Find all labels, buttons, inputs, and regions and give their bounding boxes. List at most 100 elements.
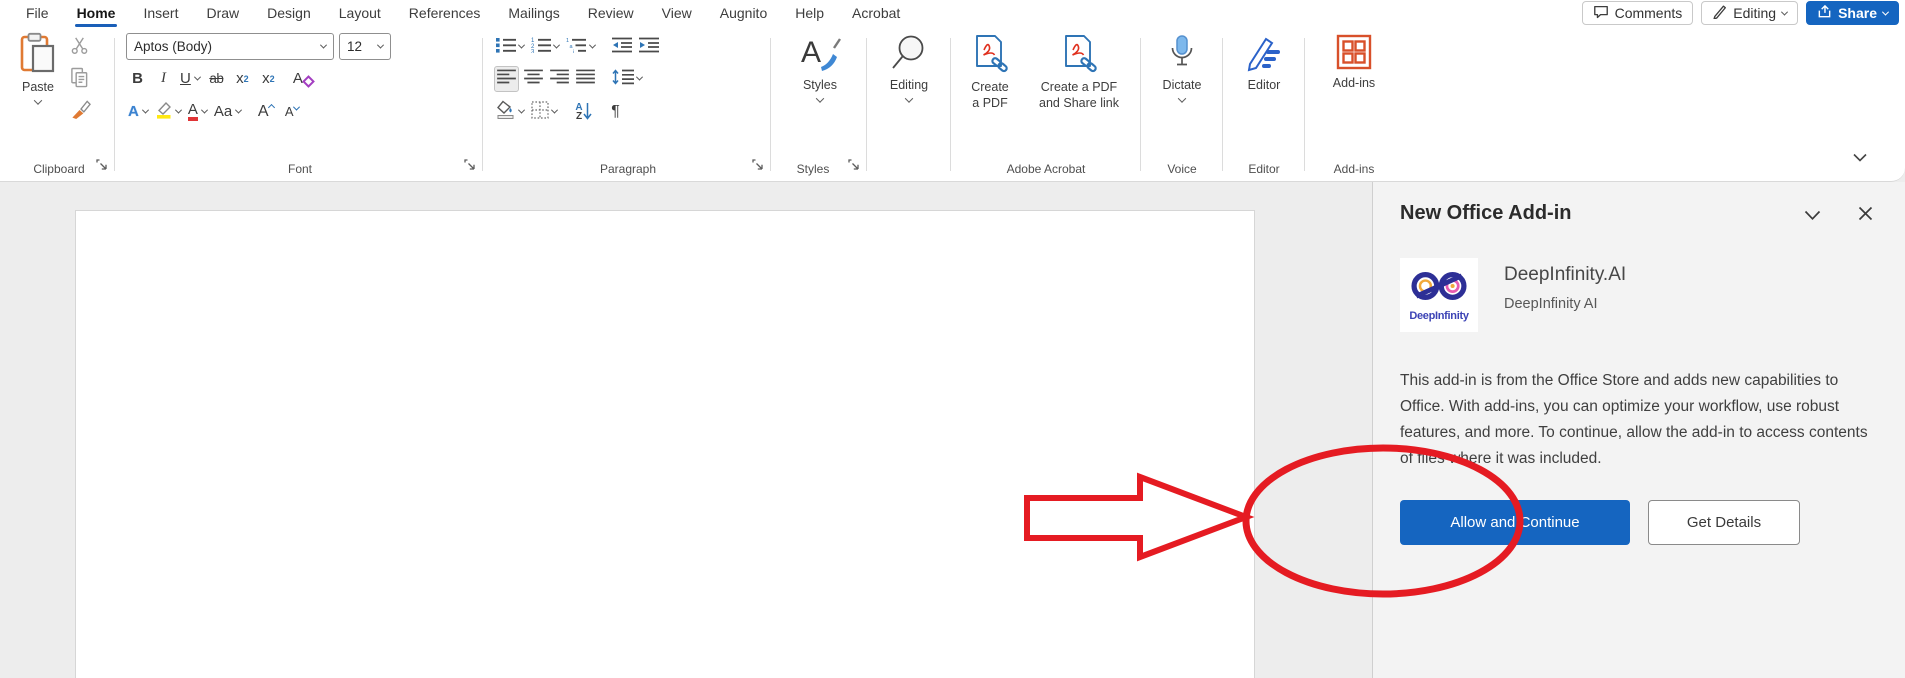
line-spacing-icon — [612, 69, 634, 89]
group-label-addins: Add-ins — [1310, 162, 1398, 176]
group-separator — [866, 38, 867, 171]
numbered-list-icon: 123 — [531, 37, 551, 57]
menu-tab-mailings[interactable]: Mailings — [494, 2, 573, 24]
strikethrough-button[interactable]: ab — [205, 66, 228, 92]
menu-tab-layout[interactable]: Layout — [325, 2, 395, 24]
justify-button[interactable] — [574, 66, 597, 92]
pane-chevron-down-icon[interactable] — [1804, 208, 1821, 226]
create-pdf-button[interactable]: Create a PDF — [958, 34, 1022, 111]
scissors-icon — [70, 36, 89, 59]
menu-tab-acrobat[interactable]: Acrobat — [838, 2, 914, 24]
editor-button[interactable]: Editor — [1228, 34, 1300, 94]
chevron-down-icon — [1882, 8, 1889, 15]
editing-mode-button[interactable]: Editing — [1701, 1, 1798, 25]
copy-icon — [70, 67, 89, 92]
underline-button[interactable]: U — [178, 66, 202, 92]
dialog-launcher-icon[interactable] — [464, 157, 475, 175]
copy-button[interactable] — [68, 66, 91, 92]
editing-button[interactable]: Editing — [872, 34, 946, 103]
menu-tab-design[interactable]: Design — [253, 2, 325, 24]
get-details-button[interactable]: Get Details — [1648, 500, 1800, 545]
menu-tab-augnito[interactable]: Augnito — [706, 2, 781, 24]
align-center-button[interactable] — [522, 66, 545, 92]
dialog-launcher-icon[interactable] — [96, 157, 107, 175]
ribbon-group-font: Aptos (Body) 12 B I U ab x2 x2 A — [122, 26, 478, 181]
addin-logo-text: DeepInfinity — [1409, 310, 1468, 322]
pane-close-icon[interactable] — [1858, 206, 1873, 226]
addins-button[interactable]: Add-ins — [1310, 34, 1398, 92]
menu-tab-review[interactable]: Review — [574, 2, 648, 24]
borders-button[interactable] — [529, 99, 559, 125]
menu-tab-help[interactable]: Help — [781, 2, 838, 24]
dictate-button[interactable]: Dictate — [1146, 34, 1218, 103]
svg-text:i: i — [573, 49, 574, 53]
ribbon-group-editor: Editor Editor — [1228, 26, 1300, 181]
menu-tab-insert[interactable]: Insert — [129, 2, 192, 24]
subscript-button[interactable]: x2 — [231, 66, 254, 92]
group-label-font: Font — [122, 162, 478, 176]
show-formatting-marks-button[interactable]: ¶ — [604, 99, 627, 125]
font-color-button[interactable]: A — [186, 99, 209, 125]
allow-and-continue-button[interactable]: Allow and Continue — [1400, 500, 1630, 545]
bold-button[interactable]: B — [126, 66, 149, 92]
collapse-ribbon-chevron-icon[interactable] — [1853, 149, 1867, 167]
shading-button[interactable] — [494, 99, 526, 125]
paste-button[interactable]: Paste — [14, 32, 62, 105]
increase-indent-button[interactable] — [637, 34, 661, 60]
chevron-down-icon — [1178, 94, 1186, 102]
format-painter-button[interactable] — [68, 98, 93, 124]
grow-font-button[interactable]: A — [254, 99, 277, 125]
ribbon-group-voice: Dictate Voice — [1146, 26, 1218, 181]
styles-button[interactable]: A Styles — [778, 34, 862, 103]
create-pdf-share-link-button[interactable]: Create a PDF and Share link — [1024, 34, 1134, 111]
group-separator — [114, 38, 115, 171]
paint-bucket-icon — [496, 100, 516, 123]
sort-az-icon: A Z — [575, 103, 591, 121]
addin-publisher: DeepInfinity AI — [1504, 296, 1626, 312]
bulleted-list-icon — [496, 37, 516, 57]
menu-tab-references[interactable]: References — [395, 2, 495, 24]
numbering-button[interactable]: 123 — [529, 34, 561, 60]
align-left-button[interactable] — [494, 66, 519, 92]
deepinfinity-infinity-icon — [1408, 269, 1470, 308]
addins-grid-icon — [1336, 34, 1372, 73]
chevron-down-icon — [34, 96, 42, 104]
dialog-launcher-icon[interactable] — [848, 157, 859, 175]
highlighter-pen-icon — [155, 100, 173, 123]
align-right-button[interactable] — [548, 66, 571, 92]
decrease-indent-button[interactable] — [610, 34, 634, 60]
bullets-button[interactable] — [494, 34, 526, 60]
eraser-icon — [302, 75, 315, 88]
menu-tab-file[interactable]: File — [12, 2, 63, 24]
dialog-launcher-icon[interactable] — [752, 157, 763, 175]
change-case-button[interactable]: Aa — [212, 99, 243, 125]
decrease-indent-icon — [612, 37, 632, 57]
chevron-down-icon — [518, 42, 525, 49]
cut-button[interactable] — [68, 34, 91, 60]
chevron-down-icon — [551, 107, 558, 114]
text-effects-button[interactable]: A — [126, 99, 150, 125]
comments-button[interactable]: Comments — [1582, 1, 1694, 25]
justify-icon — [576, 69, 595, 88]
borders-icon — [531, 101, 549, 123]
menu-tab-home[interactable]: Home — [63, 2, 130, 24]
font-size-combobox[interactable]: 12 — [339, 33, 391, 60]
shrink-font-button[interactable]: A — [280, 99, 303, 125]
font-name-combobox[interactable]: Aptos (Body) — [126, 33, 334, 60]
share-button[interactable]: Share — [1806, 1, 1899, 25]
sort-button[interactable]: A Z — [572, 99, 595, 125]
superscript-button[interactable]: x2 — [257, 66, 280, 92]
chevron-down-icon — [905, 94, 913, 102]
menu-tab-view[interactable]: View — [648, 2, 706, 24]
document-page[interactable] — [75, 210, 1255, 678]
menu-tab-draw[interactable]: Draw — [192, 2, 253, 24]
group-separator — [1222, 38, 1223, 171]
clear-formatting-button[interactable]: A — [291, 66, 315, 92]
italic-button[interactable]: I — [152, 66, 175, 92]
share-icon — [1817, 4, 1832, 22]
format-painter-brush-icon — [70, 99, 91, 124]
highlight-button[interactable] — [153, 99, 183, 125]
line-spacing-button[interactable] — [610, 66, 644, 92]
group-separator — [950, 38, 951, 171]
multilevel-list-button[interactable]: 1ai — [564, 34, 597, 60]
